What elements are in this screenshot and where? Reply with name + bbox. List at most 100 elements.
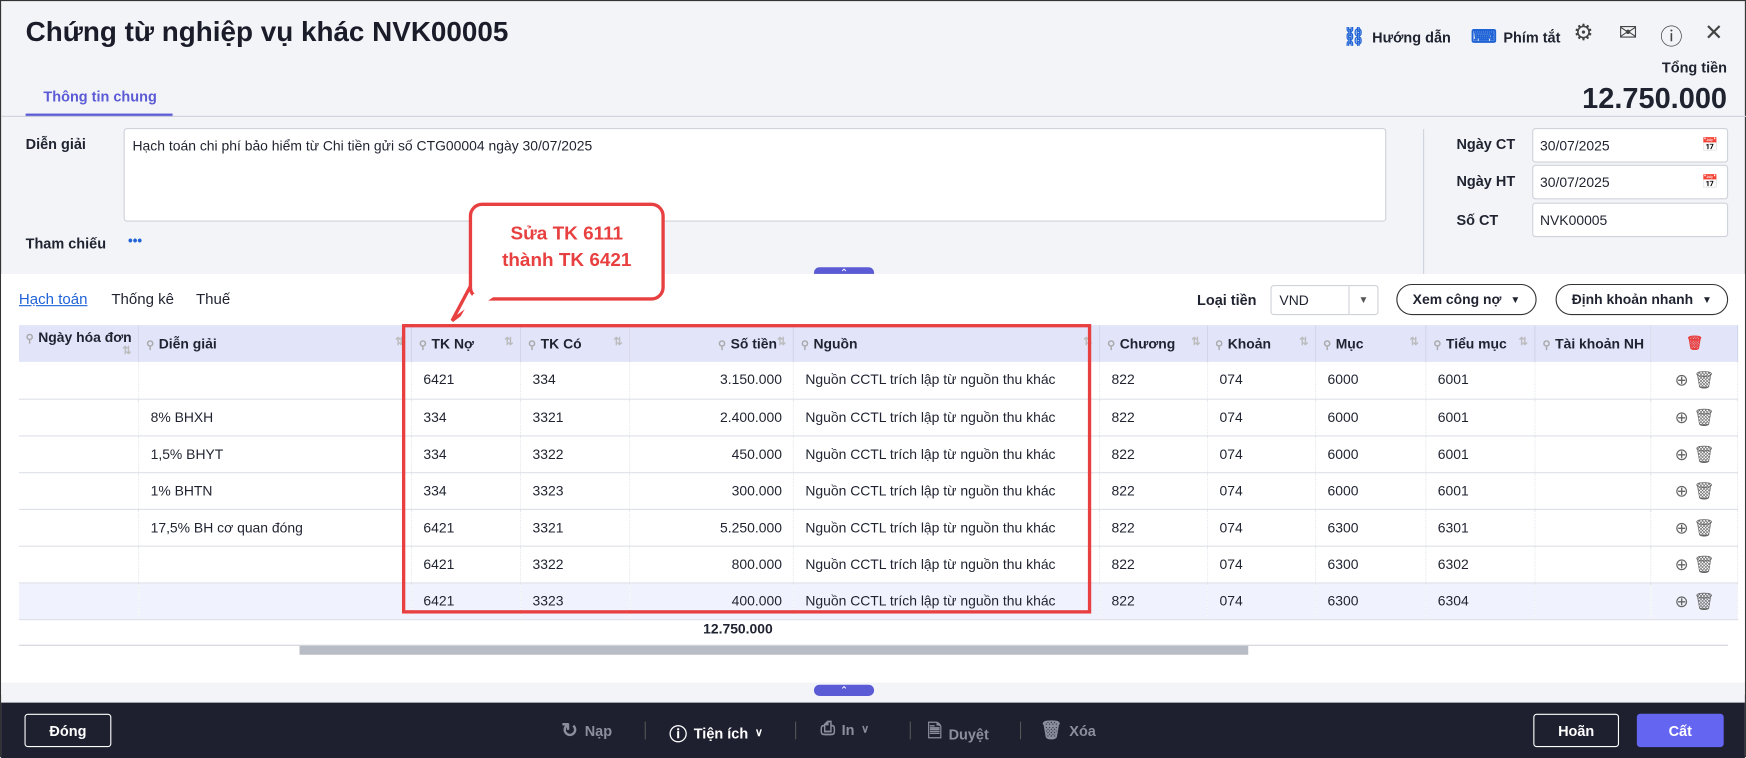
table-cell[interactable]: 450.000 [629, 435, 795, 473]
trash-icon[interactable]: 🗑 [1693, 518, 1714, 537]
add-row-icon[interactable]: ⊕ [1675, 408, 1689, 427]
column-header[interactable]: ⚲ Số tiền ⇅ [629, 325, 795, 362]
table-cell[interactable]: 074 [1207, 582, 1317, 620]
table-cell[interactable]: 1,5% BHYT [138, 435, 413, 473]
print-button[interactable]: ⎙ In ∨ [821, 719, 870, 739]
table-cell[interactable] [18, 435, 140, 473]
table-cell[interactable]: 6421 [411, 508, 522, 547]
add-row-icon[interactable]: ⊕ [1675, 371, 1689, 390]
table-cell[interactable]: 6300 [1315, 582, 1427, 620]
subtab-thue[interactable]: Thuế [196, 291, 230, 308]
pin-icon[interactable]: ⚲ [1433, 339, 1441, 351]
table-cell[interactable]: 300.000 [629, 472, 795, 510]
table-cell[interactable] [138, 361, 413, 400]
sort-icon[interactable]: ⇅ [1410, 336, 1419, 348]
delete-all-icon[interactable]: 🗑 [1686, 335, 1704, 351]
pin-icon[interactable]: ⚲ [718, 339, 726, 351]
table-cell[interactable]: 334 [411, 398, 522, 436]
sort-icon[interactable]: ⇅ [777, 336, 786, 348]
table-cell[interactable]: Nguồn CCTL trích lập từ nguồn thu khác [793, 435, 1101, 473]
table-cell[interactable]: 6001 [1426, 361, 1536, 400]
column-header[interactable]: ⚲ Khoản ⇅ [1207, 325, 1317, 362]
table-cell[interactable]: 3322 [520, 545, 631, 583]
sort-icon[interactable]: ⇅ [122, 345, 131, 357]
table-cell[interactable] [1535, 472, 1652, 510]
delete-all-header[interactable]: 🗑 [1651, 325, 1739, 362]
table-cell[interactable] [1535, 582, 1652, 620]
table-cell[interactable]: 6300 [1315, 508, 1427, 547]
table-cell[interactable] [18, 582, 140, 620]
column-header[interactable]: ⚲ Nguồn ⇅ [793, 325, 1101, 362]
table-cell[interactable] [1535, 361, 1652, 400]
pin-icon[interactable]: ⚲ [801, 339, 809, 351]
table-cell[interactable]: 6000 [1315, 472, 1427, 510]
table-cell[interactable]: 6421 [411, 545, 522, 583]
table-cell[interactable]: Nguồn CCTL trích lập từ nguồn thu khác [793, 361, 1101, 400]
cancel-button[interactable]: Hoãn [1533, 713, 1620, 748]
ngay-ht-input[interactable]: 30/07/2025 📅 [1532, 164, 1729, 200]
sort-icon[interactable]: ⇅ [1519, 336, 1528, 348]
table-cell[interactable]: 822 [1099, 508, 1209, 547]
trash-icon[interactable]: 🗑 [1693, 445, 1714, 464]
guide-button[interactable]: ⛓ Hướng dẫn [1343, 26, 1451, 48]
table-cell[interactable]: 3323 [520, 472, 631, 510]
table-cell[interactable]: 822 [1099, 472, 1209, 510]
table-cell[interactable]: 5.250.000 [629, 508, 795, 547]
table-cell[interactable]: 3322 [520, 435, 631, 473]
table-cell[interactable]: 074 [1207, 472, 1317, 510]
column-header[interactable]: ⚲ TK Nợ ⇅ [411, 325, 522, 362]
trash-icon[interactable]: 🗑 [1693, 592, 1714, 611]
table-cell[interactable]: 6000 [1315, 435, 1427, 473]
table-cell[interactable]: 800.000 [629, 545, 795, 583]
tab-general-info[interactable]: Thông tin chung [43, 88, 156, 105]
pin-icon[interactable]: ⚲ [1323, 339, 1331, 351]
desc-textarea[interactable]: Hạch toán chi phí bảo hiểm từ Chi tiền g… [123, 128, 1387, 222]
table-cell[interactable]: 822 [1099, 545, 1209, 583]
table-cell[interactable]: 334 [411, 435, 522, 473]
subtab-hach-toan[interactable]: Hạch toán [19, 291, 88, 308]
pin-icon[interactable]: ⚲ [419, 339, 427, 351]
table-cell[interactable]: 8% BHXH [138, 398, 413, 436]
save-button[interactable]: Cất [1636, 713, 1724, 748]
ngay-ct-input[interactable]: 30/07/2025 📅 [1532, 128, 1729, 163]
pin-icon[interactable]: ⚲ [528, 339, 536, 351]
subtab-thong-ke[interactable]: Thống kê [111, 291, 174, 308]
table-row[interactable]: 1% BHTN 334 3323 300.000 Nguồn CCTL trích lậ… [18, 472, 1739, 510]
table-cell[interactable]: 074 [1207, 361, 1317, 400]
table-cell[interactable]: 6000 [1315, 398, 1427, 436]
column-header[interactable]: ⚲ Ngày hóa đơn ⇅ [18, 325, 140, 362]
table-cell[interactable]: 6300 [1315, 545, 1427, 583]
trash-icon[interactable]: 🗑 [1693, 482, 1714, 501]
mail-icon[interactable]: ✉ [1613, 19, 1642, 47]
table-cell[interactable]: 6302 [1426, 545, 1536, 583]
table-cell[interactable]: 6301 [1426, 508, 1536, 547]
table-cell[interactable]: 6001 [1426, 472, 1536, 510]
column-header[interactable]: ⚲ Chương ⇅ [1099, 325, 1209, 362]
table-cell[interactable]: 6001 [1426, 398, 1536, 436]
utilities-button[interactable]: ⓘ Tiện ích ∨ [669, 719, 763, 746]
sort-icon[interactable]: ⇅ [1083, 336, 1092, 348]
table-cell[interactable]: Nguồn CCTL trích lập từ nguồn thu khác [793, 545, 1101, 583]
gear-icon[interactable]: ⚙ [1569, 19, 1598, 47]
table-cell[interactable] [1535, 435, 1652, 473]
table-cell[interactable]: 3321 [520, 398, 631, 436]
table-row[interactable]: 6421 334 3.150.000 Nguồn CCTL trích lập từ … [18, 361, 1739, 400]
view-debt-button[interactable]: Xem công nợ ▼ [1396, 283, 1537, 316]
table-row[interactable]: 17,5% BH cơ quan đóng 6421 3321 5.250.000 Ng… [18, 508, 1739, 547]
sort-icon[interactable]: ⇅ [1299, 336, 1308, 348]
table-cell[interactable]: 17,5% BH cơ quan đóng [138, 508, 413, 547]
table-cell[interactable] [138, 582, 413, 620]
add-row-icon[interactable]: ⊕ [1675, 592, 1689, 611]
table-cell[interactable]: 6421 [411, 361, 522, 400]
sort-icon[interactable]: ⇅ [504, 336, 513, 348]
table-cell[interactable]: 400.000 [629, 582, 795, 620]
table-cell[interactable]: 822 [1099, 398, 1209, 436]
table-cell[interactable]: 3.150.000 [629, 361, 795, 400]
table-row[interactable]: 1,5% BHYT 334 3322 450.000 Nguồn CCTL trích … [18, 435, 1739, 473]
ref-more-button[interactable]: ••• [128, 233, 142, 249]
table-cell[interactable] [18, 398, 140, 436]
pin-icon[interactable]: ⚲ [146, 339, 154, 351]
table-row[interactable]: 6421 3322 800.000 Nguồn CCTL trích lập từ n… [18, 545, 1739, 583]
horizontal-scrollbar[interactable] [299, 645, 1249, 655]
calendar-icon[interactable]: 📅 [1701, 174, 1718, 190]
